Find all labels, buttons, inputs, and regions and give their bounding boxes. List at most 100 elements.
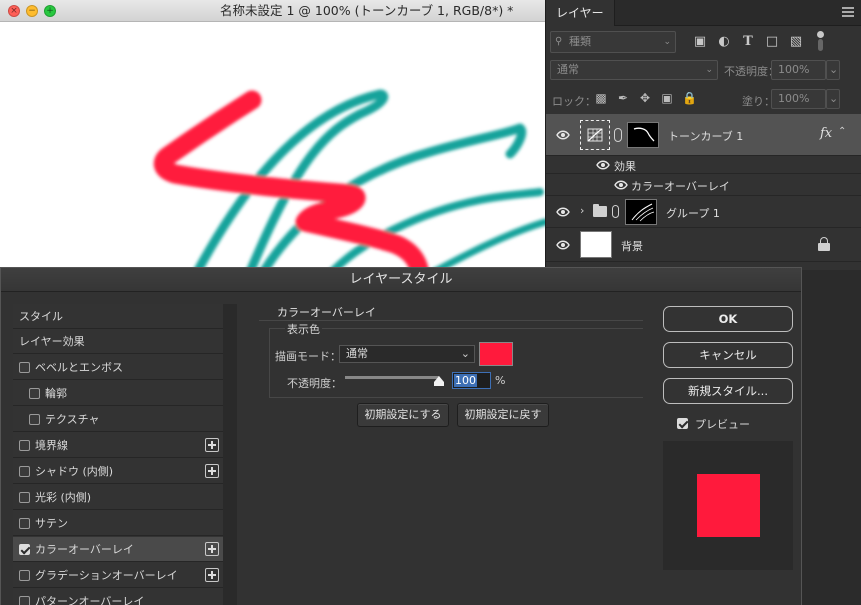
make-default-button[interactable]: 初期設定にする	[357, 403, 449, 427]
pixel-filter-icon[interactable]: ▣	[692, 34, 708, 50]
lock-artboard-icon[interactable]: ▣	[660, 91, 674, 105]
ok-button[interactable]: OK	[663, 306, 793, 332]
lock-image-brush-icon[interactable]: ✒	[616, 91, 630, 105]
lock-position-move-icon[interactable]: ✥	[638, 91, 652, 105]
style-item-pattern-overlay[interactable]: パターンオーバーレイ	[13, 589, 223, 605]
fill-dropdown-button[interactable]: ⌄	[826, 89, 840, 109]
effect-row-color-overlay[interactable]: カラーオーバーレイ	[546, 174, 861, 196]
style-label: レイヤー効果	[19, 335, 85, 348]
window-close-button[interactable]: ×	[8, 5, 20, 17]
layer-name[interactable]: グループ 1	[666, 205, 720, 221]
search-icon: ⚲	[555, 36, 563, 47]
opacity-dropdown-button[interactable]: ⌄	[826, 60, 840, 80]
style-label: カラーオーバーレイ	[35, 543, 134, 556]
cancel-button[interactable]: キャンセル	[663, 342, 793, 368]
layers-tabbar: レイヤー	[546, 0, 861, 26]
texture-checkbox[interactable]	[29, 414, 40, 425]
shape-filter-icon[interactable]: □	[764, 34, 780, 50]
contour-checkbox[interactable]	[29, 388, 40, 399]
style-item-layer-effects[interactable]: レイヤー効果	[13, 329, 223, 354]
preview-label: プレビュー	[695, 418, 750, 431]
section-title: カラーオーバーレイ	[275, 304, 378, 320]
tab-layers[interactable]: レイヤー	[546, 0, 615, 26]
style-item-stroke[interactable]: 境界線	[13, 433, 223, 458]
type-filter-icon[interactable]: T	[740, 34, 756, 50]
effects-label: 効果	[614, 160, 636, 173]
style-label: 境界線	[35, 439, 68, 452]
style-item-texture[interactable]: テクスチャ	[13, 407, 223, 432]
layer-opacity-field[interactable]: 100%	[771, 60, 826, 80]
style-preview-box	[663, 441, 793, 570]
style-list-scrollbar[interactable]	[223, 304, 237, 605]
layer-row-background[interactable]: 背景	[546, 228, 861, 262]
preview-checkbox[interactable]	[677, 418, 688, 429]
lock-label: ロック：	[552, 95, 596, 108]
overlay-color-swatch[interactable]	[479, 342, 513, 366]
new-style-button[interactable]: 新規スタイル...	[663, 378, 793, 404]
layer-kind-filter[interactable]: ⚲ 種類 ⌄	[550, 31, 676, 53]
lock-transparent-icon[interactable]: ▩	[594, 91, 608, 105]
inner-glow-checkbox[interactable]	[19, 492, 30, 503]
chevron-down-icon: ⌄	[663, 37, 671, 47]
layer-name[interactable]: 背景	[621, 238, 643, 254]
canvas[interactable]	[0, 22, 545, 270]
blend-mode-select[interactable]: 通常 ⌄	[339, 345, 475, 363]
style-label: テクスチャ	[45, 413, 100, 426]
effects-row[interactable]: 効果	[546, 156, 861, 174]
style-item-inner-glow[interactable]: 光彩 (内側)	[13, 485, 223, 510]
lock-all-icon[interactable]: 🔒	[682, 91, 697, 105]
gradient-overlay-checkbox[interactable]	[19, 570, 30, 581]
eye-icon[interactable]	[614, 180, 628, 190]
bevel-emboss-checkbox[interactable]	[19, 362, 30, 373]
eye-icon[interactable]	[596, 160, 610, 170]
fill-field[interactable]: 100%	[771, 89, 826, 109]
add-effect-plus-icon[interactable]	[205, 464, 219, 478]
color-overlay-checkbox[interactable]	[19, 544, 30, 555]
eye-icon[interactable]	[556, 130, 570, 140]
filter-toggle-switch[interactable]	[816, 31, 824, 53]
style-item-inner-shadow[interactable]: シャドウ (内側)	[13, 459, 223, 484]
add-effect-plus-icon[interactable]	[205, 438, 219, 452]
style-item-styles[interactable]: スタイル	[13, 304, 223, 329]
reset-default-button[interactable]: 初期設定に戻す	[457, 403, 549, 427]
dialog-title: レイヤースタイル	[1, 268, 801, 292]
smart-object-filter-icon[interactable]: ▧	[788, 34, 804, 50]
group-mask-thumbnail[interactable]	[625, 199, 657, 225]
style-item-bevel-emboss[interactable]: ベベルとエンボス	[13, 355, 223, 380]
inner-shadow-checkbox[interactable]	[19, 466, 30, 477]
eye-icon[interactable]	[556, 207, 570, 217]
fx-icon[interactable]: fx	[820, 126, 832, 141]
satin-checkbox[interactable]	[19, 518, 30, 529]
add-effect-plus-icon[interactable]	[205, 568, 219, 582]
style-item-contour[interactable]: 輪郭	[13, 381, 223, 406]
lock-icon[interactable]	[818, 237, 830, 251]
background-thumbnail[interactable]	[580, 231, 612, 258]
pattern-overlay-checkbox[interactable]	[19, 596, 30, 605]
add-effect-plus-icon[interactable]	[205, 542, 219, 556]
window-maximize-button[interactable]: +	[44, 5, 56, 17]
layer-row-group[interactable]: › グループ 1	[546, 196, 861, 228]
blend-mode-value: 通常	[346, 347, 368, 360]
adjustment-filter-icon[interactable]: ◐	[716, 34, 732, 50]
layer-name[interactable]: トーンカーブ 1	[668, 128, 743, 144]
collapse-effects-icon[interactable]: ⌃	[838, 126, 846, 137]
style-label: 輪郭	[45, 387, 67, 400]
window-minimize-button[interactable]: −	[26, 5, 38, 17]
link-chain-icon[interactable]	[614, 128, 622, 142]
layer-blend-mode-select[interactable]: 通常 ⌄	[550, 60, 718, 80]
eye-icon[interactable]	[556, 240, 570, 250]
link-chain-icon[interactable]	[612, 205, 619, 218]
layer-mask-thumbnail[interactable]	[627, 122, 659, 148]
opacity-slider-track[interactable]	[345, 376, 439, 379]
stroke-checkbox[interactable]	[19, 440, 30, 451]
mask-stroke-preview	[631, 203, 655, 222]
style-item-gradient-overlay[interactable]: グラデーションオーバーレイ	[13, 563, 223, 588]
layer-style-dialog: レイヤースタイル スタイル レイヤー効果 ベベルとエンボス 輪郭 テクスチャ 境…	[0, 267, 802, 605]
opacity-input[interactable]: 100	[452, 372, 491, 389]
style-item-color-overlay[interactable]: カラーオーバーレイ	[13, 537, 223, 562]
layer-row-tone-curve[interactable]: トーンカーブ 1 fx ⌃	[546, 114, 861, 156]
document-window: × − + 名称未設定 1 @ 100% (トーンカーブ 1, RGB/8*) …	[0, 0, 545, 270]
style-item-satin[interactable]: サテン	[13, 511, 223, 536]
chevron-right-icon[interactable]: ›	[580, 204, 584, 217]
panel-menu-icon[interactable]	[842, 7, 854, 17]
